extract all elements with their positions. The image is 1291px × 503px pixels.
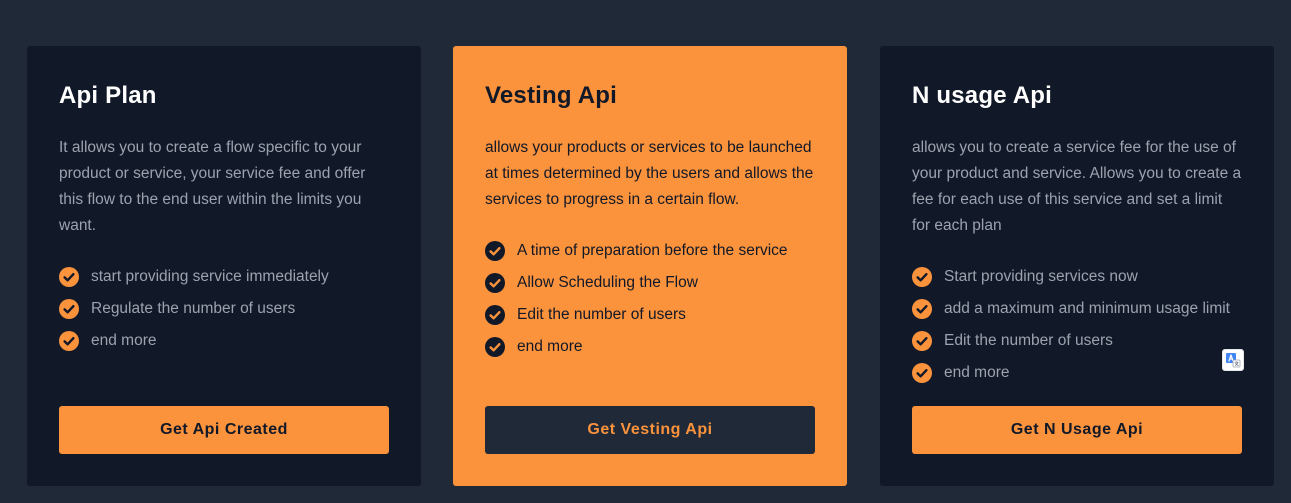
feature-label: Regulate the number of users xyxy=(91,300,296,317)
feature-item: end more xyxy=(485,331,815,363)
plan-description: It allows you to create a flow specific … xyxy=(59,139,366,234)
check-circle-icon xyxy=(485,273,505,293)
feature-list: A time of preparation before the service… xyxy=(485,235,815,363)
get-n-usage-api-button[interactable]: Get N Usage Api xyxy=(912,406,1242,454)
feature-list: Start providing services now add a maxim… xyxy=(912,261,1242,389)
pricing-cards: Api Plan It allows you to create a flow … xyxy=(27,46,1275,486)
feature-label: add a maximum and minimum usage limit xyxy=(944,300,1230,317)
check-circle-icon xyxy=(912,267,932,287)
feature-item: Start providing services now xyxy=(912,261,1242,293)
feature-item: Edit the number of users xyxy=(912,325,1242,357)
get-vesting-api-button[interactable]: Get Vesting Api xyxy=(485,406,815,454)
feature-item: A time of preparation before the service xyxy=(485,235,815,267)
plan-description: allows you to create a service fee for t… xyxy=(912,139,1242,234)
feature-label: end more xyxy=(517,338,583,355)
feature-item: Regulate the number of users xyxy=(59,293,389,325)
feature-item: Allow Scheduling the Flow xyxy=(485,267,815,299)
plan-title: Vesting Api xyxy=(485,82,617,109)
feature-label: end more xyxy=(944,364,1010,381)
check-circle-icon xyxy=(59,267,79,287)
translate-icon[interactable] xyxy=(1222,349,1244,371)
feature-label: Allow Scheduling the Flow xyxy=(517,274,698,291)
feature-label: Edit the number of users xyxy=(517,306,686,323)
check-circle-icon xyxy=(912,363,932,383)
feature-label: Start providing services now xyxy=(944,268,1138,285)
plan-title: N usage Api xyxy=(912,82,1053,109)
feature-list: start providing service immediately Regu… xyxy=(59,261,389,357)
feature-label: A time of preparation before the service xyxy=(517,242,788,259)
feature-label: start providing service immediately xyxy=(91,268,329,285)
plan-title: Api Plan xyxy=(59,82,157,109)
feature-item: end more xyxy=(912,357,1242,389)
plan-description: allows your products or services to be l… xyxy=(485,139,814,208)
check-circle-icon xyxy=(485,241,505,261)
plan-card-api-plan: Api Plan It allows you to create a flow … xyxy=(27,46,421,486)
check-circle-icon xyxy=(912,331,932,351)
feature-item: start providing service immediately xyxy=(59,261,389,293)
check-circle-icon xyxy=(59,299,79,319)
feature-item: end more xyxy=(59,325,389,357)
feature-item: add a maximum and minimum usage limit xyxy=(912,293,1242,325)
plan-card-vesting-api: Vesting Api allows your products or serv… xyxy=(453,46,847,486)
get-api-created-button[interactable]: Get Api Created xyxy=(59,406,389,454)
check-circle-icon xyxy=(485,305,505,325)
check-circle-icon xyxy=(59,331,79,351)
feature-label: end more xyxy=(91,332,157,349)
feature-label: Edit the number of users xyxy=(944,332,1113,349)
check-circle-icon xyxy=(912,299,932,319)
check-circle-icon xyxy=(485,337,505,357)
plan-card-n-usage-api: N usage Api allows you to create a servi… xyxy=(880,46,1274,486)
feature-item: Edit the number of users xyxy=(485,299,815,331)
